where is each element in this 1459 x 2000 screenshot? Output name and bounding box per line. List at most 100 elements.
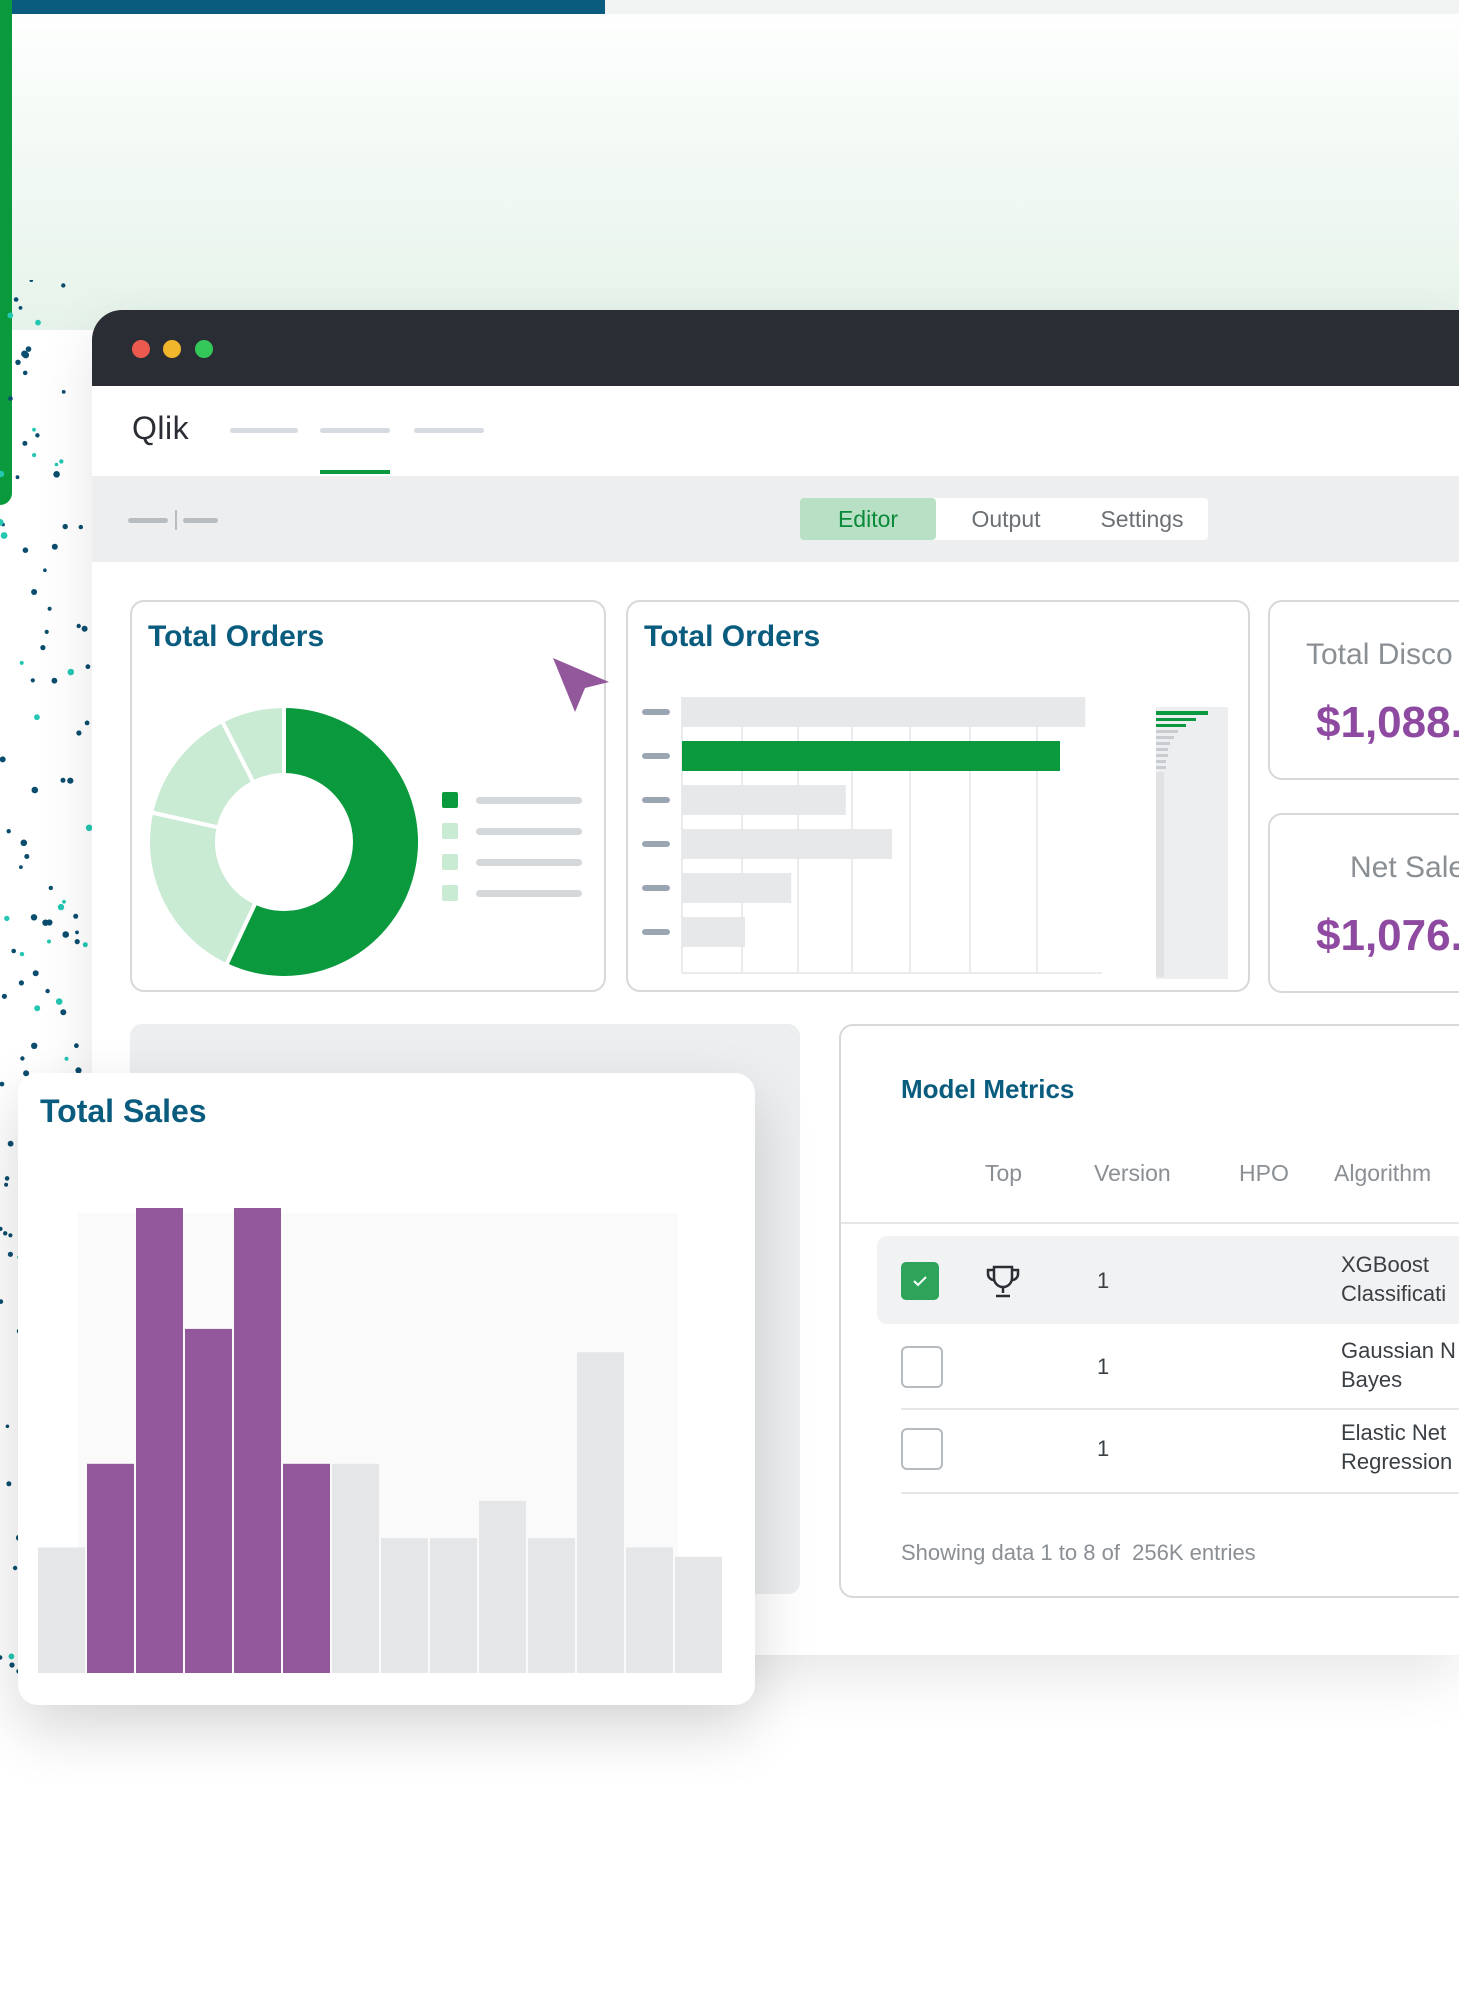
nav-active-indicator (320, 470, 390, 474)
decor-dot (73, 913, 79, 919)
close-window-button[interactable] (132, 340, 150, 358)
decor-dot (62, 931, 69, 938)
decor-dot (46, 919, 53, 926)
decor-dot (76, 730, 82, 736)
decor-dot (4, 915, 10, 922)
column-header-hpo[interactable]: HPO (1239, 1160, 1289, 1187)
decor-dot (0, 1226, 3, 1231)
table-row[interactable]: 1 Elastic Net Regression (901, 1410, 1459, 1494)
sales-bar-9[interactable] (479, 1500, 526, 1673)
sales-bar-1[interactable] (87, 1463, 134, 1673)
bar-3[interactable] (682, 829, 892, 859)
sales-bar-3[interactable] (185, 1328, 232, 1673)
decor-dot (6, 1481, 12, 1487)
decor-dot (55, 998, 63, 1005)
sales-bar-12[interactable] (626, 1547, 673, 1673)
decor-dot (57, 903, 65, 911)
kpi-label: Net Sale (1350, 851, 1459, 884)
tab-editor[interactable]: Editor (800, 498, 936, 540)
sales-bar-5[interactable] (283, 1463, 330, 1673)
sales-bar-10[interactable] (528, 1538, 575, 1673)
decor-dot (51, 677, 58, 684)
decor-dot (6, 829, 11, 834)
decor-dot (20, 1056, 25, 1061)
decor-dot (0, 1299, 4, 1304)
decor-dot (59, 459, 64, 464)
category-label-placeholder-5 (642, 929, 670, 935)
bar-1[interactable] (682, 741, 1060, 771)
nav-item-2[interactable] (320, 428, 390, 433)
tab-settings[interactable]: Settings (1076, 498, 1208, 540)
decor-dot (19, 660, 24, 665)
maximize-window-button[interactable] (195, 340, 213, 358)
kpi-card-net-sales[interactable]: Net Sale $1,076. (1268, 813, 1459, 993)
decor-dot (31, 786, 39, 794)
table-row[interactable]: 1 Gaussian N Bayes (901, 1326, 1459, 1410)
chart-scrollbar-preview[interactable] (1156, 707, 1228, 979)
sales-bar-13[interactable] (675, 1556, 722, 1673)
column-header-version[interactable]: Version (1094, 1160, 1171, 1187)
legend-label-placeholder-3 (476, 890, 582, 897)
decor-dot (34, 1005, 41, 1012)
algorithm-line-2: Regression (1341, 1449, 1453, 1474)
total-orders-bar-card[interactable]: Total Orders (626, 600, 1250, 992)
algorithm-cell: Gaussian N Bayes (1341, 1336, 1456, 1394)
decor-dot (32, 427, 36, 432)
total-orders-donut-card[interactable]: Total Orders (130, 600, 606, 992)
sales-bar-6[interactable] (332, 1463, 379, 1673)
decor-dot (74, 1043, 79, 1049)
table-row[interactable]: 1 XGBoost Classificati (877, 1236, 1459, 1324)
donut-legend (442, 792, 582, 901)
decor-dot (29, 280, 34, 282)
bar-2[interactable] (682, 785, 846, 815)
trophy-icon (986, 1265, 1020, 1298)
category-label-placeholder-2 (642, 797, 670, 803)
kpi-card-total-discount[interactable]: Total Disco $1,088. (1268, 600, 1459, 780)
decor-dot (48, 885, 53, 891)
sales-bar-0[interactable] (38, 1547, 85, 1673)
tab-output[interactable]: Output (936, 498, 1076, 540)
model-metrics-card: Model Metrics Top Version HPO Algorithm … (839, 1024, 1459, 1598)
sales-bar-8[interactable] (430, 1538, 477, 1673)
bar-0[interactable] (682, 697, 1086, 727)
checkbox-checked[interactable] (901, 1262, 939, 1300)
decor-dot (0, 470, 5, 478)
minimize-window-button[interactable] (163, 340, 181, 358)
decor-dot (61, 390, 66, 394)
decor-dot (35, 433, 40, 438)
kpi-value: $1,088. (1316, 698, 1459, 747)
decor-dot (5, 1424, 10, 1429)
toolbar-menu-icon[interactable] (128, 510, 218, 530)
nav-item-3[interactable] (414, 428, 484, 433)
bar-4[interactable] (682, 873, 792, 903)
decor-dot (40, 645, 46, 651)
decor-dot (20, 839, 28, 847)
checkbox-unchecked[interactable] (901, 1428, 943, 1470)
qlik-logo[interactable]: Qlik (132, 410, 189, 447)
sales-bar-11[interactable] (577, 1352, 624, 1673)
sales-bar-7[interactable] (381, 1538, 428, 1673)
algorithm-line-2: Bayes (1341, 1367, 1403, 1392)
kpi-label: Total Disco (1306, 638, 1453, 671)
decor-dot (22, 547, 29, 553)
decor-dot (64, 1056, 69, 1061)
decor-dot (18, 980, 24, 986)
version-cell: 1 (1097, 1268, 1110, 1293)
decor-dot (22, 370, 28, 376)
total-sales-card[interactable]: Total Sales (18, 1073, 755, 1705)
legend-label-placeholder-2 (476, 859, 582, 866)
column-header-top[interactable]: Top (985, 1160, 1022, 1187)
decor-dot (44, 629, 49, 634)
nav-item-1[interactable] (230, 428, 298, 433)
checkbox-unchecked[interactable] (901, 1346, 943, 1388)
sales-bar-4[interactable] (234, 1208, 281, 1673)
column-header-algorithm[interactable]: Algorithm (1334, 1160, 1431, 1187)
decor-dot (67, 668, 75, 676)
sales-bar-2[interactable] (136, 1208, 183, 1673)
decor-dot (75, 930, 79, 935)
horizontal-bar-chart (642, 697, 1102, 974)
bar-5[interactable] (682, 917, 745, 947)
decor-dot (30, 914, 38, 921)
decor-dot (31, 453, 37, 458)
category-label-placeholder-3 (642, 841, 670, 847)
